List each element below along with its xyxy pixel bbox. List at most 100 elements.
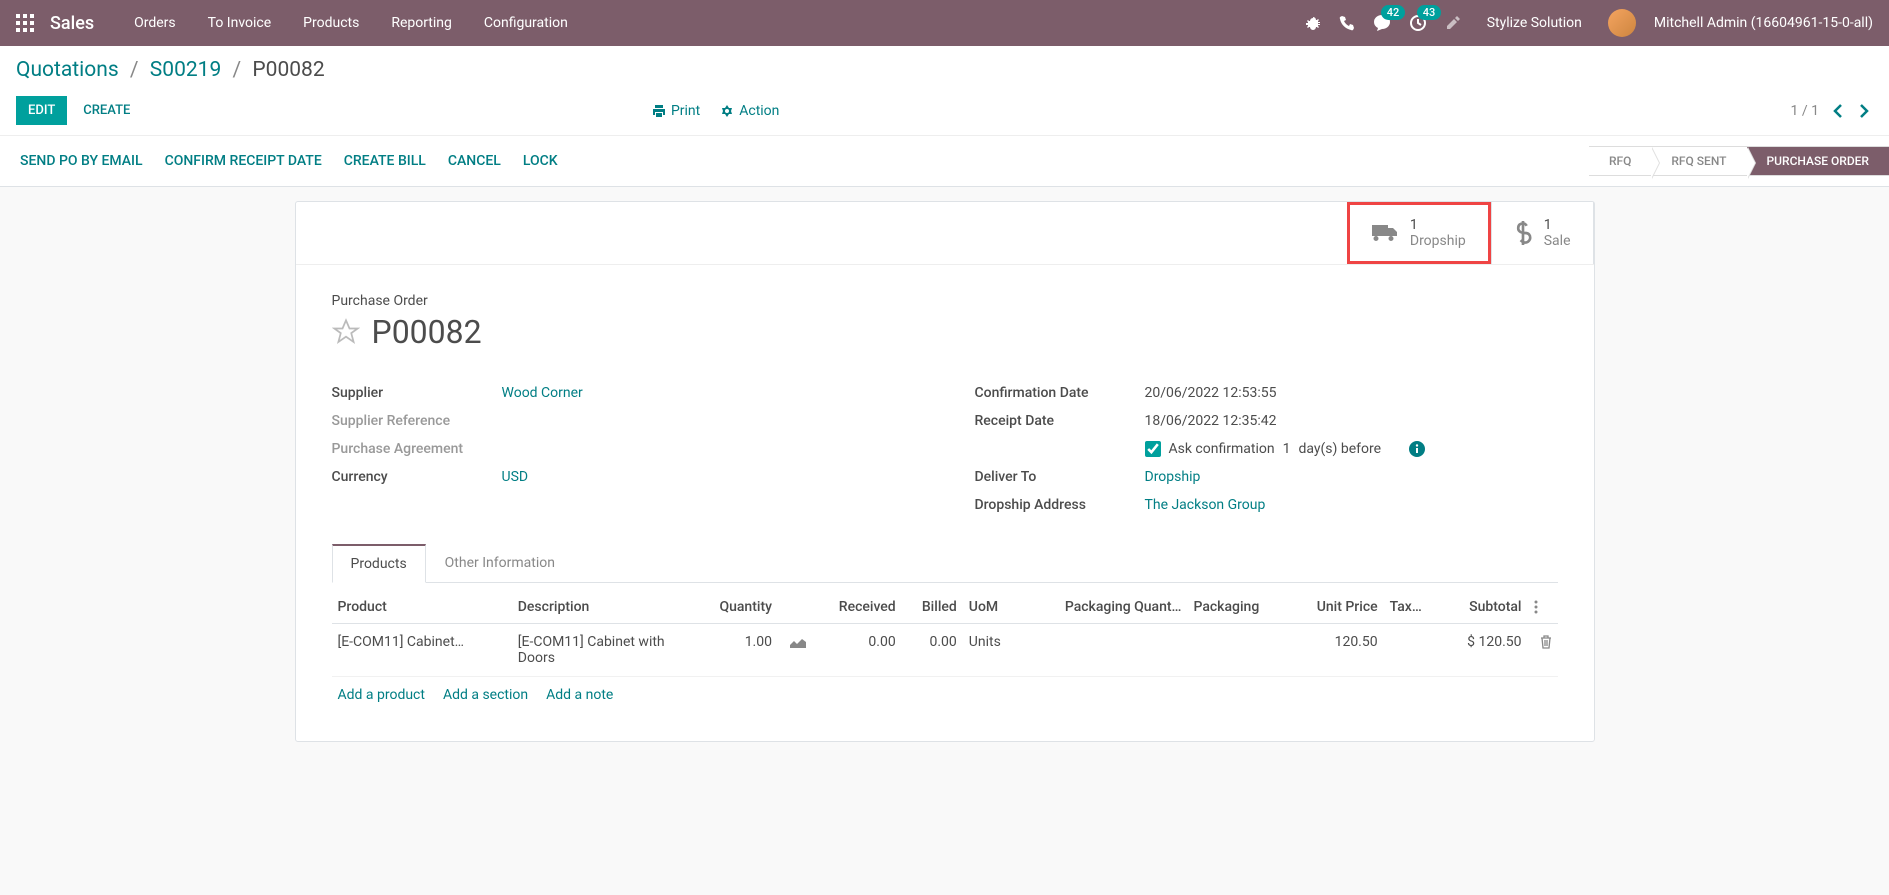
cell-pack-qty [1020,624,1187,677]
col-unit-price: Unit Price [1289,591,1384,624]
sale-stat-button[interactable]: 1 Sale [1491,202,1594,264]
breadcrumb-current: P00082 [252,58,324,82]
confirmation-date-value: 20/06/2022 12:53:55 [1145,385,1558,401]
dropship-stat-button[interactable]: 1 Dropship [1347,202,1491,264]
deliver-to-value[interactable]: Dropship [1145,469,1201,485]
tabs: Products Other Information [332,543,1558,583]
print-button[interactable]: Print [652,103,700,119]
dropship-address-value[interactable]: The Jackson Group [1145,497,1266,513]
apps-icon[interactable] [16,14,34,32]
tab-products[interactable]: Products [332,544,426,583]
cell-quantity: 1.00 [694,624,778,677]
company-selector[interactable]: Stylize Solution [1487,15,1582,31]
cell-product: [E-COM11] Cabinet… [332,624,512,677]
send-po-email-button[interactable]: SEND PO BY EMAIL [20,153,143,169]
breadcrumb-mid[interactable]: S00219 [150,58,221,82]
tools-icon[interactable] [1441,11,1465,35]
cell-packaging [1187,624,1288,677]
receipt-date-label: Receipt Date [975,413,1145,429]
col-quantity: Quantity [694,591,778,624]
table-row[interactable]: [E-COM11] Cabinet… [E-COM11] Cabinet wit… [332,624,1558,677]
info-icon[interactable] [1409,441,1425,457]
add-section-link[interactable]: Add a section [443,687,528,703]
avatar[interactable] [1608,9,1636,37]
pager: 1 / 1 [1791,99,1873,123]
edit-button[interactable]: EDIT [16,96,67,125]
add-note-link[interactable]: Add a note [546,687,613,703]
pager-count: 1 / 1 [1791,103,1819,119]
col-subtotal: Subtotal [1441,591,1527,624]
add-product-link[interactable]: Add a product [338,687,425,703]
nav-reporting[interactable]: Reporting [375,0,468,46]
control-bar: EDIT CREATE Print Action 1 / 1 [0,86,1889,135]
col-product: Product [332,591,512,624]
cancel-button[interactable]: CANCEL [448,153,501,169]
pager-prev[interactable] [1829,99,1849,123]
cell-description: [E-COM11] Cabinet with Doors [512,624,694,677]
pager-next[interactable] [1853,99,1873,123]
currency-label: Currency [332,469,502,485]
bug-icon[interactable] [1301,11,1325,35]
tab-other-info[interactable]: Other Information [426,544,574,583]
messages-badge: 42 [1381,5,1406,20]
truck-icon [1372,223,1398,243]
col-taxes: Tax… [1384,591,1441,624]
product-table: Product Description Quantity Received Bi… [332,591,1558,677]
forecast-icon[interactable] [790,634,806,650]
cell-unit-price: 120.50 [1289,624,1384,677]
supplier-value[interactable]: Wood Corner [502,385,583,401]
nav-configuration[interactable]: Configuration [468,0,584,46]
receipt-date-value: 18/06/2022 12:35:42 [1145,413,1558,429]
top-nav: Sales Orders To Invoice Products Reporti… [0,0,1889,46]
trash-icon[interactable] [1540,634,1552,650]
nav-orders[interactable]: Orders [118,0,192,46]
create-button[interactable]: CREATE [67,96,146,125]
activities-badge: 43 [1417,5,1442,20]
status-purchase-order[interactable]: PURCHASE ORDER [1747,146,1889,176]
col-description: Description [512,591,694,624]
col-kebab[interactable] [1528,591,1558,624]
supplier-label: Supplier [332,385,502,401]
status-bar: SEND PO BY EMAIL CONFIRM RECEIPT DATE CR… [0,135,1889,187]
cell-taxes [1384,624,1441,677]
status-rfq-sent[interactable]: RFQ SENT [1651,146,1746,176]
lock-button[interactable]: LOCK [523,153,558,169]
cell-billed: 0.00 [902,624,963,677]
purchase-agreement-label: Purchase Agreement [332,441,502,457]
phone-icon[interactable] [1335,11,1359,35]
nav-products[interactable]: Products [287,0,375,46]
confirm-receipt-date-button[interactable]: CONFIRM RECEIPT DATE [165,153,322,169]
ask-confirm-suffix: day(s) before [1298,441,1381,457]
dollar-icon [1514,221,1532,245]
cell-subtotal: $ 120.50 [1467,634,1521,650]
messages-icon[interactable]: 42 [1369,10,1395,36]
activities-icon[interactable]: 43 [1405,10,1431,36]
status-rfq[interactable]: RFQ [1589,146,1651,176]
currency-value[interactable]: USD [502,469,529,485]
supplier-ref-label: Supplier Reference [332,413,502,429]
cell-uom: Units [963,624,1020,677]
nav-to-invoice[interactable]: To Invoice [192,0,288,46]
breadcrumb: Quotations / S00219 / P00082 [16,58,1873,82]
confirmation-date-label: Confirmation Date [975,385,1145,401]
record-number: P00082 [372,313,482,351]
action-button[interactable]: Action [720,103,779,119]
star-icon[interactable] [332,318,360,346]
cell-received: 0.00 [812,624,902,677]
col-received: Received [812,591,902,624]
main-card: 1 Dropship 1 Sale Purchase Order P00082 [295,201,1595,742]
ask-confirm-days: 1 [1283,441,1291,457]
breadcrumb-bar: Quotations / S00219 / P00082 [0,46,1889,86]
record-type-label: Purchase Order [332,293,1558,309]
dropship-address-label: Dropship Address [975,497,1145,513]
deliver-to-label: Deliver To [975,469,1145,485]
create-bill-button[interactable]: CREATE BILL [344,153,426,169]
ask-confirm-checkbox[interactable] [1145,441,1161,457]
col-billed: Billed [902,591,963,624]
breadcrumb-root[interactable]: Quotations [16,58,119,82]
user-menu[interactable]: Mitchell Admin (16604961-15-0-all) [1654,15,1873,31]
app-title[interactable]: Sales [50,13,94,34]
ask-confirm-prefix: Ask confirmation [1169,441,1275,457]
col-packaging: Packaging [1187,591,1288,624]
col-uom: UoM [963,591,1020,624]
